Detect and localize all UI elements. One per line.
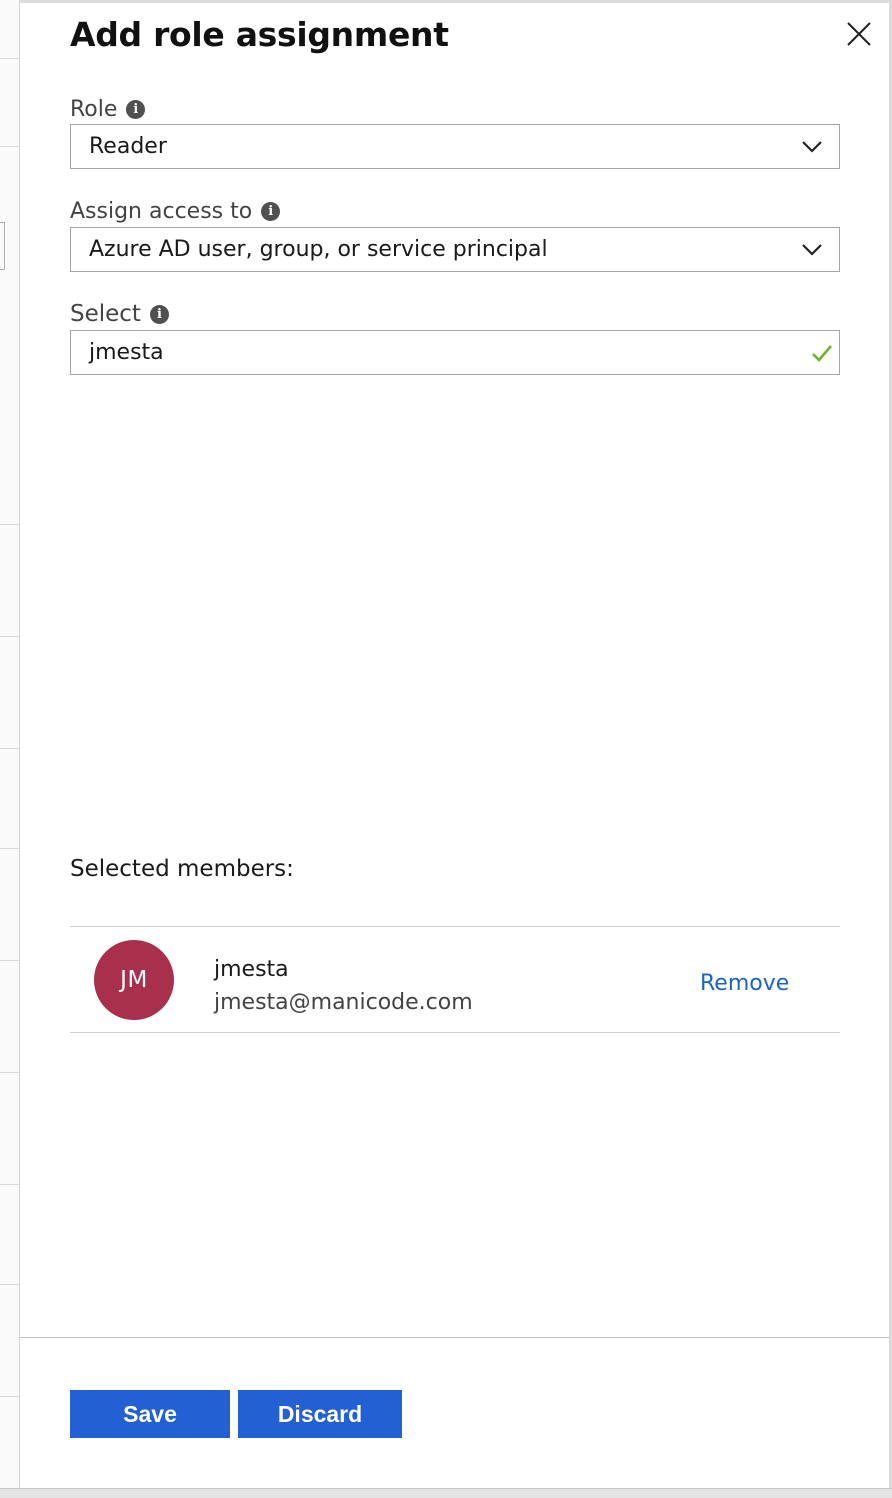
close-icon xyxy=(847,22,871,46)
blade-title: Add role assignment xyxy=(70,15,449,54)
select-label: Select i xyxy=(70,301,169,327)
background-divider xyxy=(0,848,20,849)
discard-button[interactable]: Discard xyxy=(238,1390,402,1438)
background-divider xyxy=(0,636,20,637)
select-label-text: Select xyxy=(70,301,141,327)
chevron-down-icon xyxy=(802,244,822,256)
role-dropdown[interactable]: Reader xyxy=(70,124,840,169)
background-divider xyxy=(0,524,20,525)
assign-access-dropdown[interactable]: Azure AD user, group, or service princip… xyxy=(70,227,840,272)
select-search-input[interactable]: jmesta xyxy=(70,330,840,375)
assign-access-label: Assign access to i xyxy=(70,199,281,224)
info-icon[interactable]: i xyxy=(126,100,146,119)
selected-members-label: Selected members: xyxy=(70,856,294,882)
assign-access-label-text: Assign access to xyxy=(70,199,253,224)
assign-access-dropdown-value: Azure AD user, group, or service princip… xyxy=(89,237,548,262)
background-divider xyxy=(0,748,20,749)
background-page xyxy=(0,0,20,1498)
background-divider xyxy=(0,960,20,961)
info-icon[interactable]: i xyxy=(149,304,169,324)
info-icon[interactable]: i xyxy=(261,202,281,221)
role-label-text: Role xyxy=(70,97,118,122)
checkmark-icon xyxy=(812,345,832,362)
save-button[interactable]: Save xyxy=(70,1390,230,1438)
member-name: jmesta xyxy=(214,957,289,982)
member-email: jmesta@manicode.com xyxy=(214,990,473,1015)
background-divider xyxy=(0,1396,20,1397)
background-field-edge xyxy=(0,222,5,270)
select-input-value: jmesta xyxy=(89,340,164,365)
role-label: Role i xyxy=(70,97,146,122)
chevron-down-icon xyxy=(802,141,822,153)
background-divider xyxy=(0,1184,20,1185)
background-divider xyxy=(0,1284,20,1285)
footer-divider xyxy=(20,1337,889,1338)
selected-members-list: JM jmesta jmesta@manicode.com Remove xyxy=(70,926,840,1033)
add-role-assignment-blade: Add role assignment Role i Reader Assign… xyxy=(20,3,889,1488)
close-button[interactable] xyxy=(844,19,874,49)
remove-member-link[interactable]: Remove xyxy=(700,971,789,996)
background-divider xyxy=(0,58,20,59)
background-divider xyxy=(0,1072,20,1073)
window-bottom-edge xyxy=(0,1488,892,1498)
role-dropdown-value: Reader xyxy=(89,134,167,159)
avatar: JM xyxy=(94,940,174,1020)
background-divider xyxy=(0,146,20,147)
